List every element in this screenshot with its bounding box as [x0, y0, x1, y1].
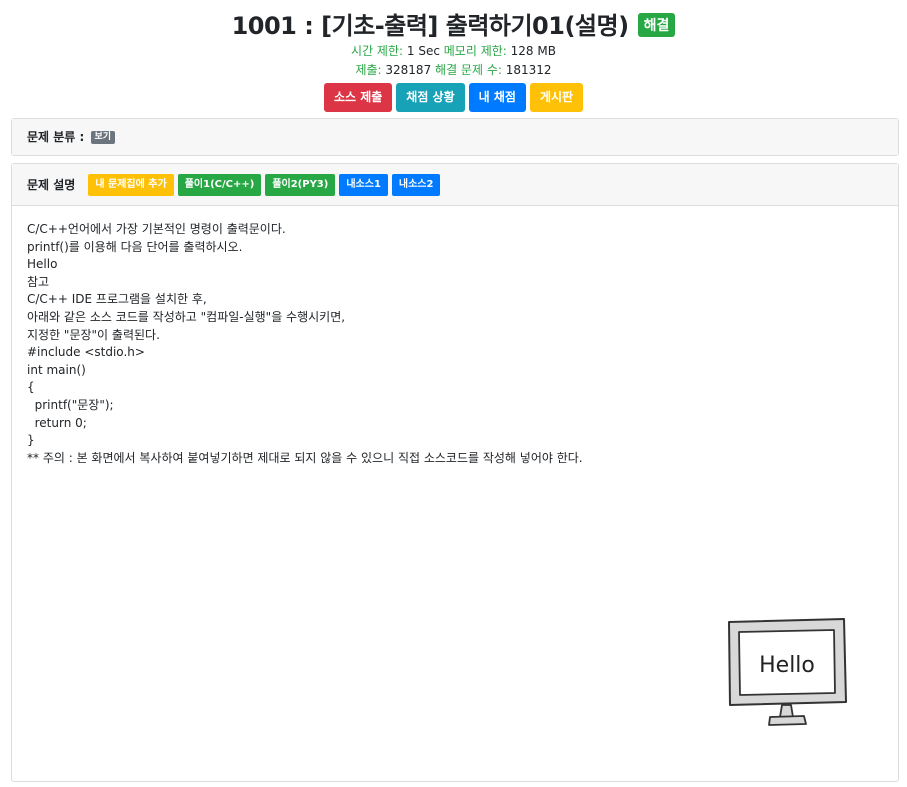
time-limit-value: 1 Sec: [406, 44, 440, 58]
solved-count-label: 해결 문제 수:: [435, 63, 502, 77]
desc-line: C/C++ IDE 프로그램을 설치한 후,: [27, 292, 207, 307]
solved-count-value: 181312: [505, 63, 552, 77]
my-source-1-button[interactable]: 내소스1: [339, 173, 388, 196]
desc-line: {: [27, 380, 35, 395]
hello-monitor-illustration: Hello: [728, 618, 847, 726]
category-card: 문제 분류 : 보기: [11, 118, 899, 156]
action-buttons: 소스 제출 채점 상황 내 채점 게시판: [0, 83, 907, 112]
my-source-2-button[interactable]: 내소스2: [391, 173, 441, 196]
desc-line: }: [27, 433, 35, 448]
desc-line: return 0;: [27, 415, 87, 430]
desc-line: 지정한 "문장"이 출력된다.: [27, 327, 160, 342]
desc-line: ** 주의 : 본 화면에서 복사하여 붙여넣기하면 제대로 되지 않을 수 있…: [27, 450, 583, 465]
solved-badge: 해결: [637, 12, 676, 37]
category-label: 문제 분류 :: [27, 130, 85, 144]
time-limit-label: 시간 제한:: [351, 44, 404, 58]
desc-line: printf("문장");: [27, 397, 114, 412]
submit-source-button[interactable]: 소스 제출: [323, 83, 393, 112]
memory-limit-label: 메모리 제한:: [443, 44, 507, 58]
add-to-my-problems-button[interactable]: 내 문제집에 추가: [88, 173, 174, 196]
description-header: 문제 설명 내 문제집에 추가 풀이1(C/C++) 풀이2(PY3) 내소스1…: [12, 164, 898, 206]
title-row: 1001 : [기초-출력] 출력하기01(설명) 해결: [0, 6, 907, 41]
desc-line: #include <stdio.h>: [27, 345, 145, 360]
page-title: 1001 : [기초-출력] 출력하기01(설명): [231, 12, 630, 40]
desc-line: 참고: [27, 274, 50, 289]
desc-line: 아래와 같은 소스 코드를 작성하고 "컴파일-실행"을 수행시키면,: [27, 309, 346, 324]
solution-py3-button[interactable]: 풀이2(PY3): [265, 173, 336, 196]
desc-line: printf()를 이용해 다음 단어를 출력하시오.: [27, 239, 243, 254]
description-card: 문제 설명 내 문제집에 추가 풀이1(C/C++) 풀이2(PY3) 내소스1…: [11, 163, 899, 782]
description-title: 문제 설명: [27, 178, 76, 192]
submissions-value: 328187: [385, 63, 432, 77]
description-body: C/C++언어에서 가장 기본적인 명령이 출력문이다. printf()를 이…: [12, 206, 898, 482]
board-button[interactable]: 게시판: [529, 83, 584, 112]
desc-line: C/C++언어에서 가장 기본적인 명령이 출력문이다.: [27, 222, 286, 236]
category-header: 문제 분류 : 보기: [12, 119, 898, 155]
limits-info: 시간 제한: 1 Sec 메모리 제한: 128 MB: [0, 42, 907, 59]
my-judge-button[interactable]: 내 채점: [468, 83, 526, 112]
memory-limit-value: 128 MB: [510, 44, 556, 58]
judge-status-button[interactable]: 채점 상황: [396, 83, 465, 112]
category-view-button[interactable]: 보기: [90, 131, 116, 144]
stats-info: 제출: 328187 해결 문제 수: 181312: [0, 61, 907, 78]
monitor-hello-text: Hello: [759, 653, 815, 678]
submissions-label: 제출:: [355, 63, 382, 77]
desc-line: Hello: [27, 257, 58, 272]
desc-line: int main(): [27, 362, 86, 377]
solution-c-button[interactable]: 풀이1(C/C++): [177, 173, 262, 196]
